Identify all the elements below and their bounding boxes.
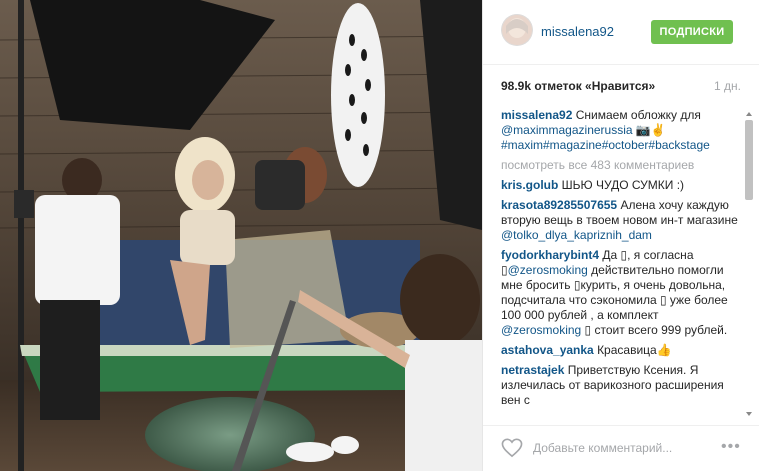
caption-mention[interactable]: @maximmagazinerussia — [501, 123, 633, 137]
comment-username[interactable]: netrastajek — [501, 363, 564, 377]
post-photo[interactable] — [0, 0, 482, 471]
scroll-down-icon[interactable] — [746, 412, 752, 416]
list-item: kris.golub ШЬЮ ЧУДО СУМКИ :) — [501, 178, 739, 193]
likes-row: 98.9k отметок «Нравится» 1 дн. — [501, 79, 741, 95]
comments-list: missalena92 Снимаем обложку для @maximma… — [501, 108, 739, 416]
caption-hashtags[interactable]: #maxim#magazine#october#backstage — [501, 138, 710, 152]
list-item: netrastajek Приветствую Ксения. Я излечи… — [501, 363, 739, 408]
comment-mention[interactable]: @zerosmoking — [508, 263, 588, 277]
scrollbar-thumb[interactable] — [745, 120, 753, 200]
instagram-post: missalena92 ПОДПИСКИ 98.9k отметок «Нрав… — [0, 0, 759, 471]
comment-username[interactable]: krasota89285507655 — [501, 198, 617, 212]
add-comment-input[interactable] — [533, 439, 703, 457]
photo-illustration — [0, 0, 482, 471]
comment-text: Красавица👍 — [593, 343, 672, 357]
post-footer: ••• — [483, 425, 759, 472]
heart-icon[interactable] — [501, 438, 523, 458]
view-all-comments-link[interactable]: посмотреть все 483 комментариев — [501, 158, 739, 173]
list-item: astahova_yanka Красавица👍 — [501, 343, 739, 358]
comment-username[interactable]: fyodorkharybint4 — [501, 248, 599, 262]
more-options-icon[interactable]: ••• — [721, 439, 741, 456]
caption: missalena92 Снимаем обложку для @maximma… — [501, 108, 739, 153]
comment-mention[interactable]: @zerosmoking — [501, 323, 581, 337]
avatar-image — [501, 14, 533, 46]
likes-count[interactable]: 98.9k отметок «Нравится» — [501, 79, 655, 93]
avatar[interactable] — [501, 14, 533, 46]
comment-text: ШЬЮ ЧУДО СУМКИ :) — [558, 178, 685, 192]
list-item: fyodorkharybint4 Да ▯, я согласна ▯@zero… — [501, 248, 739, 338]
caption-emoji: 📷✌️ — [632, 123, 666, 137]
scroll-up-icon[interactable] — [746, 112, 752, 116]
post-username[interactable]: missalena92 — [541, 24, 614, 39]
comments-scrollbar[interactable] — [745, 112, 753, 416]
caption-text: Снимаем обложку для — [572, 108, 701, 122]
caption-username[interactable]: missalena92 — [501, 108, 572, 122]
post-time[interactable]: 1 дн. — [714, 79, 741, 93]
comment-username[interactable]: astahova_yanka — [501, 343, 594, 357]
post-details-panel: missalena92 ПОДПИСКИ 98.9k отметок «Нрав… — [482, 0, 759, 471]
comment-mention[interactable]: @tolko_dlya_kapriznih_dam — [501, 228, 652, 242]
comment-text: ▯ стоит всего 999 рублей. — [581, 323, 728, 337]
post-header: missalena92 ПОДПИСКИ — [483, 0, 759, 65]
follow-button[interactable]: ПОДПИСКИ — [651, 20, 733, 44]
comment-username[interactable]: kris.golub — [501, 178, 558, 192]
list-item: krasota89285507655 Алена хочу каждую вто… — [501, 198, 739, 243]
